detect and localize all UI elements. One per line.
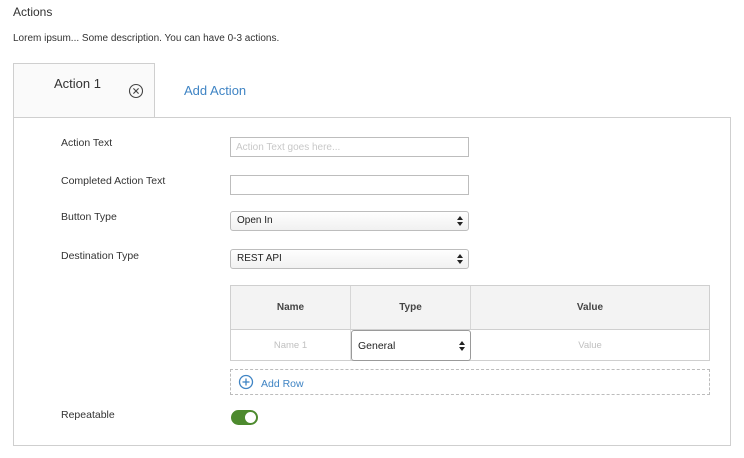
parameters-table: Name Type Value Name 1 General Value — [230, 285, 710, 361]
repeatable-label: Repeatable — [61, 409, 115, 421]
destination-type-select[interactable]: REST API — [230, 249, 469, 269]
completed-action-text-input[interactable] — [230, 175, 469, 195]
plus-circle-icon — [238, 374, 254, 390]
action-text-input[interactable] — [230, 137, 469, 157]
action-text-label: Action Text — [61, 137, 113, 149]
select-value: General — [358, 340, 396, 352]
add-row-button[interactable]: Add Row — [230, 369, 710, 395]
tab-action-1[interactable]: Action 1 — [13, 63, 155, 118]
column-header-value: Value — [471, 286, 709, 330]
destination-type-label: Destination Type — [61, 250, 140, 262]
add-action-link[interactable]: Add Action — [184, 83, 246, 98]
select-value: Open In — [237, 215, 273, 226]
type-cell-select[interactable]: General — [351, 330, 471, 361]
section-description: Lorem ipsum... Some description. You can… — [13, 33, 280, 44]
completed-action-text-label: Completed Action Text — [61, 175, 166, 187]
value-cell-input[interactable]: Value — [471, 330, 709, 360]
action-panel — [13, 117, 731, 446]
add-row-label: Add Row — [261, 378, 304, 390]
close-icon[interactable] — [128, 83, 144, 99]
toggle-knob — [245, 412, 256, 423]
repeatable-toggle[interactable] — [231, 410, 258, 425]
select-value: REST API — [237, 253, 282, 264]
section-title: Actions — [13, 5, 53, 19]
button-type-label: Button Type — [61, 211, 117, 223]
button-type-select[interactable]: Open In — [230, 211, 469, 231]
column-header-name: Name — [231, 286, 351, 330]
name-cell-input[interactable]: Name 1 — [231, 330, 351, 360]
select-arrows-icon — [459, 341, 465, 351]
column-header-type: Type — [351, 286, 471, 330]
select-arrows-icon — [457, 254, 463, 264]
tab-label: Action 1 — [54, 76, 101, 91]
select-arrows-icon — [457, 216, 463, 226]
